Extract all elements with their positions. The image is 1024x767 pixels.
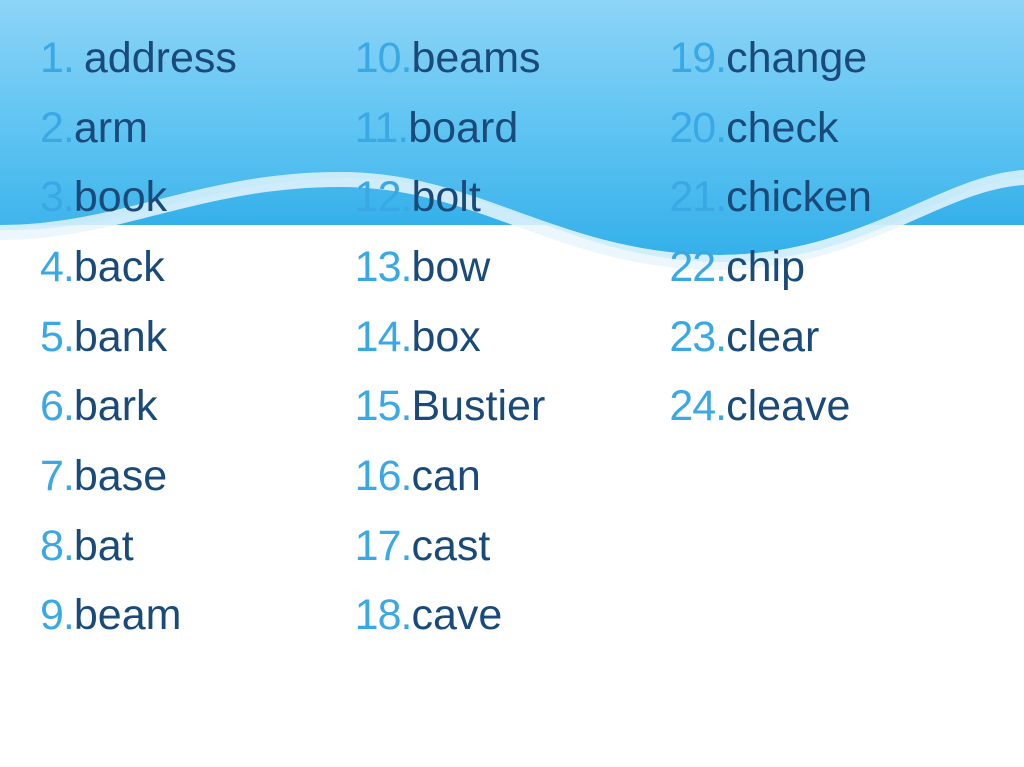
list-item: 23.clear <box>669 303 984 373</box>
list-item: 20.check <box>669 94 984 164</box>
column-2: 10.beams11.board12.bolt13.bow14.box15.Bu… <box>355 24 670 651</box>
item-number: 19. <box>669 24 726 94</box>
list-item: 16.can <box>355 442 670 512</box>
item-word: address <box>84 24 237 94</box>
list-item: 11.board <box>355 94 670 164</box>
item-word: base <box>74 442 167 512</box>
item-number: 12. <box>355 163 412 233</box>
item-word: Bustier <box>411 372 545 442</box>
item-word: arm <box>74 94 148 164</box>
list-item: 9.beam <box>40 581 355 651</box>
list-item: 10.beams <box>355 24 670 94</box>
list-item: 4.back <box>40 233 355 303</box>
item-word: bark <box>74 372 158 442</box>
item-number: 16. <box>355 442 412 512</box>
list-item: 6.bark <box>40 372 355 442</box>
list-item: 7.base <box>40 442 355 512</box>
item-number: 23. <box>669 303 726 373</box>
list-item: 19.change <box>669 24 984 94</box>
item-number: 24. <box>669 372 726 442</box>
item-number: 20. <box>669 94 726 164</box>
item-word: box <box>411 303 480 373</box>
item-word: beam <box>74 581 182 651</box>
item-number: 13. <box>355 233 412 303</box>
item-word: chip <box>726 233 805 303</box>
list-item: 5.bank <box>40 303 355 373</box>
list-item: 12.bolt <box>355 163 670 233</box>
item-word: cleave <box>726 372 850 442</box>
item-number: 4. <box>40 233 74 303</box>
list-item: 2.arm <box>40 94 355 164</box>
item-word: check <box>726 94 838 164</box>
item-word: cave <box>411 581 502 651</box>
list-item: 14.box <box>355 303 670 373</box>
list-item: 8.bat <box>40 512 355 582</box>
item-word: change <box>726 24 867 94</box>
item-number: 10. <box>355 24 412 94</box>
list-item: 18.cave <box>355 581 670 651</box>
item-word: bow <box>411 233 490 303</box>
item-number: 9. <box>40 581 74 651</box>
list-item: 1.address <box>40 24 355 94</box>
item-number: 22. <box>669 233 726 303</box>
item-word: bolt <box>411 163 480 233</box>
item-number: 18. <box>355 581 412 651</box>
item-number: 7. <box>40 442 74 512</box>
item-number: 14. <box>355 303 412 373</box>
item-number: 15. <box>355 372 412 442</box>
item-word: chicken <box>726 163 872 233</box>
item-number: 3. <box>40 163 74 233</box>
item-number: 21. <box>669 163 726 233</box>
item-word: board <box>408 94 518 164</box>
column-3: 19.change20.check21.chicken22.chip23.cle… <box>669 24 984 651</box>
item-word: beams <box>411 24 540 94</box>
item-word: back <box>74 233 165 303</box>
item-number: 1. <box>40 24 74 94</box>
item-word: bank <box>74 303 167 373</box>
item-number: 6. <box>40 372 74 442</box>
item-word: cast <box>411 512 490 582</box>
column-1: 1.address2.arm3.book4.back5.bank6.bark7.… <box>40 24 355 651</box>
item-word: clear <box>726 303 819 373</box>
item-number: 8. <box>40 512 74 582</box>
list-item: 13.bow <box>355 233 670 303</box>
item-number: 17. <box>355 512 412 582</box>
list-item: 24.cleave <box>669 372 984 442</box>
slide: 1.address2.arm3.book4.back5.bank6.bark7.… <box>0 0 1024 767</box>
item-number: 11. <box>355 94 409 164</box>
word-list: 1.address2.arm3.book4.back5.bank6.bark7.… <box>40 24 984 651</box>
item-word: can <box>411 442 480 512</box>
list-item: 17.cast <box>355 512 670 582</box>
item-number: 5. <box>40 303 74 373</box>
list-item: 21.chicken <box>669 163 984 233</box>
list-item: 22.chip <box>669 233 984 303</box>
item-number: 2. <box>40 94 74 164</box>
item-word: book <box>74 163 167 233</box>
item-word: bat <box>74 512 134 582</box>
list-item: 3.book <box>40 163 355 233</box>
list-item: 15.Bustier <box>355 372 670 442</box>
